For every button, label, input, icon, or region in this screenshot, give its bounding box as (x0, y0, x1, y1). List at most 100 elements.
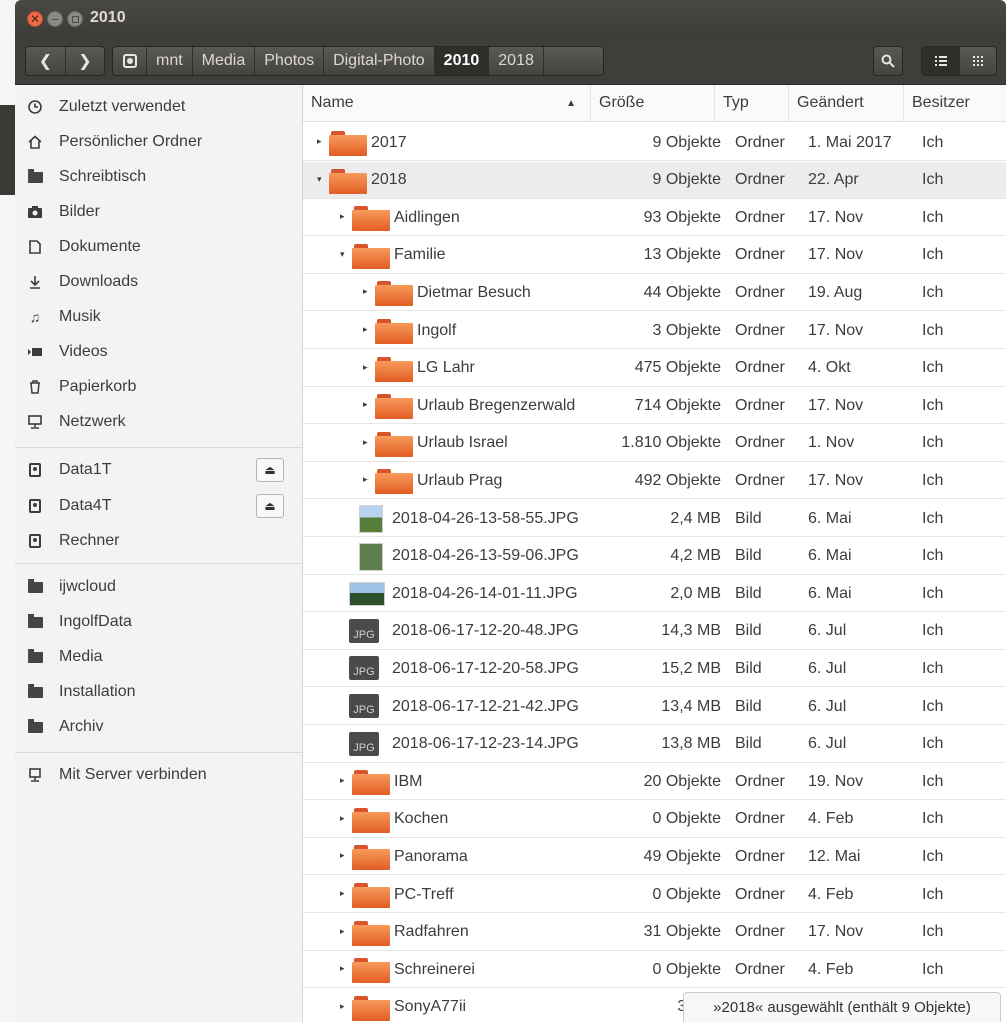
expander-closed-icon[interactable]: ▸ (340, 849, 350, 861)
table-row[interactable]: ▸ Ingolf 3 Objekte Ordner 17. Nov Ich (303, 312, 1006, 349)
breadcrumb-mnt[interactable]: mnt (147, 47, 193, 75)
column-header-name[interactable]: Name ▲ (303, 85, 591, 121)
sidebar-item-media[interactable]: Media (15, 640, 302, 674)
expander-closed-icon[interactable]: ▸ (363, 398, 373, 410)
table-row[interactable]: ▸ PC-Treff 0 Objekte Ordner 4. Feb Ich (303, 876, 1006, 913)
expander-closed-icon[interactable]: ▸ (340, 887, 350, 899)
sidebar-item-videos[interactable]: Videos (15, 335, 302, 369)
sidebar-item-ijwcloud[interactable]: ijwcloud (15, 570, 302, 604)
cell-type: Ordner (735, 885, 785, 903)
sidebar-item-data1t[interactable]: Data1T ⏏ (15, 453, 302, 487)
cell-type: Ordner (735, 133, 785, 151)
grid-view-button[interactable] (960, 47, 996, 75)
back-button[interactable]: ❮ (26, 47, 66, 75)
table-row[interactable]: ▸ Urlaub Israel 1.810 Objekte Ordner 1. Nov I… (303, 425, 1006, 462)
table-row[interactable]: JPG 2018-06-17-12-20-58.JPG 15,2 MB Bild 6. … (303, 650, 1006, 688)
sidebar-item-music[interactable]: ♫ Musik (15, 300, 302, 334)
sidebar-item-desktop[interactable]: Schreibtisch (15, 160, 302, 194)
expander-closed-icon[interactable]: ▸ (363, 361, 373, 373)
cell-size: 13,4 MB (661, 697, 721, 715)
cell-modified: 6. Jul (808, 697, 847, 715)
table-row[interactable]: ▸ Dietmar Besuch 44 Objekte Ordner 19. Aug Ic… (303, 274, 1006, 312)
eject-icon[interactable]: ⏏ (256, 494, 284, 518)
breadcrumb-2010[interactable]: 2010 (434, 47, 490, 75)
list-view-icon (934, 56, 947, 66)
cell-name: Ingolf (417, 321, 457, 339)
column-header-owner[interactable]: Besitzer (904, 85, 1006, 121)
sidebar-item-downloads[interactable]: Downloads (15, 265, 302, 299)
sidebar-item-ingolfdata[interactable]: IngolfData (15, 605, 302, 639)
list-view-button[interactable] (922, 47, 960, 75)
breadcrumb-digital-photo[interactable]: Digital-Photo (324, 47, 435, 75)
cell-size: 44 Objekte (643, 283, 721, 301)
sidebar-item-home[interactable]: Persönlicher Ordner (15, 125, 302, 159)
cell-size: 4,2 MB (670, 547, 721, 565)
sidebar-item-documents[interactable]: Dokumente (15, 230, 302, 264)
folder-icon (375, 467, 413, 495)
sidebar-item-archiv[interactable]: Archiv (15, 710, 302, 744)
expander-closed-icon[interactable]: ▸ (340, 812, 350, 824)
expander-closed-icon[interactable]: ▸ (363, 436, 373, 448)
table-row[interactable]: ▸ IBM 20 Objekte Ordner 19. Nov Ich (303, 763, 1006, 801)
column-header-type[interactable]: Typ (715, 85, 789, 121)
expander-closed-icon[interactable]: ▸ (340, 774, 350, 786)
jpg-file-icon: JPG (349, 731, 379, 756)
sidebar-item-recent[interactable]: Zuletzt verwendet (15, 90, 302, 124)
table-row[interactable]: JPG 2018-06-17-12-20-48.JPG 14,3 MB Bild 6. … (303, 613, 1006, 650)
sidebar-item-pictures[interactable]: Bilder (15, 195, 302, 229)
maximize-window-button[interactable] (67, 11, 83, 27)
table-row[interactable]: ▸ Aidlingen 93 Objekte Ordner 17. Nov Ich (303, 199, 1006, 237)
expander-closed-icon[interactable]: ▸ (340, 210, 350, 222)
sidebar-item-connect-server[interactable]: Mit Server verbinden (15, 758, 302, 792)
table-row[interactable]: ▸ Radfahren 31 Objekte Ordner 17. Nov Ich (303, 914, 1006, 951)
table-row[interactable]: ▸ Kochen 0 Objekte Ordner 4. Feb Ich (303, 801, 1006, 838)
sidebar-item-data4t[interactable]: Data4T ⏏ (15, 489, 302, 523)
table-row[interactable]: ▸ Urlaub Prag 492 Objekte Ordner 17. Nov Ich (303, 462, 1006, 500)
table-row[interactable]: ▸ Panorama 49 Objekte Ordner 12. Mai Ich (303, 838, 1006, 876)
cell-owner: Ich (922, 810, 944, 828)
table-row[interactable]: 2018-04-26-13-59-06.JPG 4,2 MB Bild 6. Mai I… (303, 538, 1006, 575)
sidebar-item-trash[interactable]: Papierkorb (15, 370, 302, 404)
expander-closed-icon[interactable]: ▸ (317, 135, 327, 147)
table-row[interactable]: ▸ 2017 9 Objekte Ordner 1. Mai 2017 Ich (303, 124, 1006, 161)
expander-open-icon[interactable]: ▾ (340, 248, 350, 260)
search-button[interactable] (873, 46, 903, 76)
table-row[interactable]: JPG 2018-06-17-12-21-42.JPG 13,4 MB Bild 6. … (303, 688, 1006, 725)
sidebar-item-computer[interactable]: Rechner (15, 524, 302, 558)
expander-open-icon[interactable]: ▾ (317, 173, 327, 185)
table-row[interactable]: ▸ LG Lahr 475 Objekte Ordner 4. Okt Ich (303, 350, 1006, 387)
expander-closed-icon[interactable]: ▸ (340, 962, 350, 974)
cell-owner: Ich (922, 321, 944, 339)
cell-type: Bild (735, 547, 762, 565)
table-row[interactable]: ▾ 2018 9 Objekte Ordner 22. Apr Ich (303, 161, 1006, 199)
breadcrumb-2018[interactable]: 2018 (489, 47, 544, 75)
table-row[interactable]: ▸ Urlaub Bregenzerwald 714 Objekte Ordner 17… (303, 387, 1006, 425)
table-row[interactable]: ▾ Familie 13 Objekte Ordner 17. Nov Ich (303, 237, 1006, 274)
table-row[interactable]: JPG 2018-06-17-12-23-14.JPG 13,8 MB Bild 6. … (303, 726, 1006, 763)
breadcrumb-photos[interactable]: Photos (255, 47, 325, 75)
sidebar-item-label: ijwcloud (59, 578, 116, 595)
sidebar-item-installation[interactable]: Installation (15, 675, 302, 709)
table-row[interactable]: 2018-04-26-14-01-11.JPG 2,0 MB Bild 6. Mai I… (303, 575, 1006, 613)
breadcrumb-media[interactable]: Media (193, 47, 256, 75)
sidebar-item-network[interactable]: Netzwerk (15, 405, 302, 439)
table-row[interactable]: 2018-04-26-13-58-55.JPG 2,4 MB Bild 6. Mai I… (303, 500, 1006, 537)
forward-button[interactable]: ❯ (66, 47, 104, 75)
cell-name: 2017 (371, 133, 407, 151)
cell-owner: Ich (922, 133, 944, 151)
column-header-modified[interactable]: Geändert (789, 85, 904, 121)
expander-closed-icon[interactable]: ▸ (363, 285, 373, 297)
column-header-size[interactable]: Größe (591, 85, 715, 121)
table-row[interactable]: ▸ Schreinerei 0 Objekte Ordner 4. Feb Ich (303, 951, 1006, 989)
expander-closed-icon[interactable]: ▸ (363, 323, 373, 335)
root-drive-button[interactable] (113, 47, 147, 75)
expander-closed-icon[interactable]: ▸ (340, 1000, 350, 1012)
eject-icon[interactable]: ⏏ (256, 458, 284, 482)
expander-closed-icon[interactable]: ▸ (340, 925, 350, 937)
music-icon: ♫ (29, 309, 41, 325)
cell-size: 13,8 MB (661, 735, 721, 753)
close-window-button[interactable]: ✕ (27, 11, 43, 27)
minimize-window-button[interactable] (47, 11, 63, 27)
expander-closed-icon[interactable]: ▸ (363, 473, 373, 485)
background-window-fragment (0, 105, 15, 195)
